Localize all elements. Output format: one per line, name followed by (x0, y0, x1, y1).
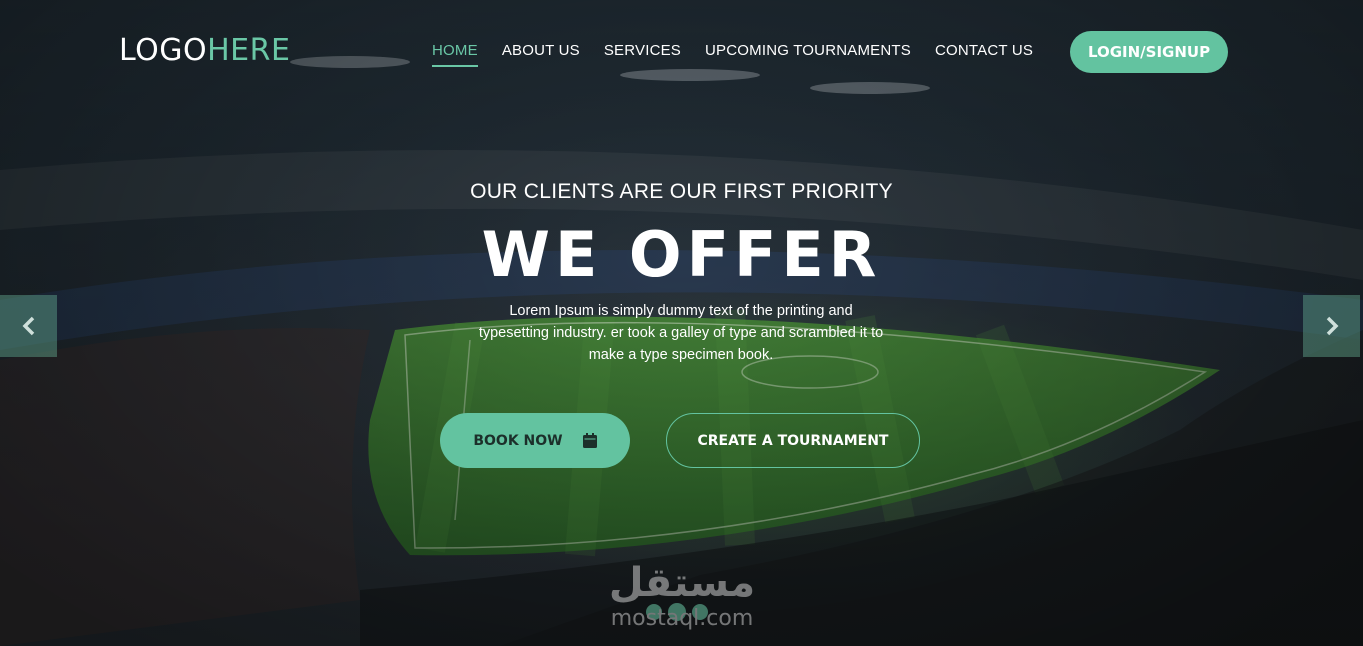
book-now-button[interactable]: BOOK NOW (440, 413, 630, 468)
hero-headline: WE OFFER (481, 218, 882, 291)
site-logo[interactable]: LOGOHERE (119, 33, 290, 68)
hero-description: Lorem Ipsum is simply dummy text of the … (478, 303, 884, 363)
slider-next-button[interactable] (1303, 295, 1360, 357)
slider-prev-button[interactable] (0, 295, 57, 357)
chevron-left-icon (22, 316, 34, 336)
logo-primary-text: LOGO (119, 33, 208, 68)
book-now-label: BOOK NOW (473, 432, 563, 449)
nav-about-us[interactable]: ABOUT US (502, 42, 580, 67)
hero-banner: LOGOHERE HOME ABOUT US SERVICES UPCOMING… (0, 0, 1363, 646)
login-signup-button[interactable]: LOGIN/SIGNUP (1070, 31, 1228, 73)
nav-upcoming-tournaments[interactable]: UPCOMING TOURNAMENTS (705, 42, 911, 67)
logo-accent-text: HERE (207, 33, 291, 68)
nav-contact-us[interactable]: CONTACT US (935, 42, 1033, 67)
mostaql-watermark: مستقل mostaql.com (596, 560, 768, 640)
main-nav: HOME ABOUT US SERVICES UPCOMING TOURNAME… (432, 42, 1033, 67)
nav-home[interactable]: HOME (432, 42, 478, 67)
create-tournament-button[interactable]: CREATE A TOURNAMENT (666, 413, 920, 468)
calendar-icon (582, 433, 597, 448)
watermark-latin-text: mostaql.com (610, 606, 754, 631)
chevron-right-icon (1326, 316, 1338, 336)
nav-services[interactable]: SERVICES (604, 42, 681, 67)
hero-tagline: OUR CLIENTS ARE OUR FIRST PRIORITY (470, 180, 893, 203)
watermark-arabic-text: مستقل (608, 560, 756, 606)
